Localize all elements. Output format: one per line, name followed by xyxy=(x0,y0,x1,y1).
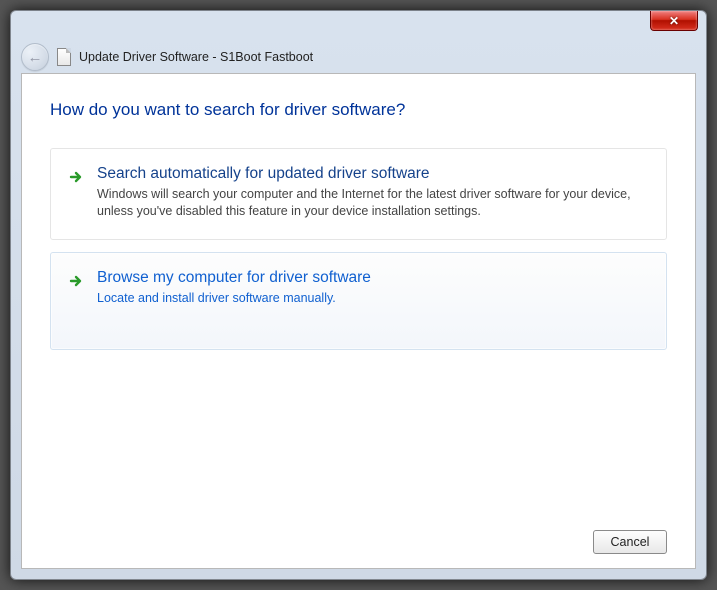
close-button[interactable]: ✕ xyxy=(650,11,698,31)
option-description: Locate and install driver software manua… xyxy=(97,290,648,307)
option-search-automatically[interactable]: Search automatically for updated driver … xyxy=(50,148,667,240)
content-area: How do you want to search for driver sof… xyxy=(21,73,696,569)
cancel-button[interactable]: Cancel xyxy=(593,530,667,554)
option-body: Search automatically for updated driver … xyxy=(97,165,648,221)
arrow-right-icon xyxy=(69,169,85,185)
option-description: Windows will search your computer and th… xyxy=(97,186,648,221)
option-title: Search automatically for updated driver … xyxy=(97,165,648,183)
dialog-window: ✕ ← Update Driver Software - S1Boot Fast… xyxy=(10,10,707,580)
back-button[interactable]: ← xyxy=(21,43,49,71)
document-icon xyxy=(57,48,71,66)
breadcrumb-title: Update Driver Software - S1Boot Fastboot xyxy=(79,50,313,64)
page-title: How do you want to search for driver sof… xyxy=(50,100,667,120)
close-icon: ✕ xyxy=(669,14,679,28)
option-body: Browse my computer for driver software L… xyxy=(97,269,648,331)
arrow-right-icon xyxy=(69,273,85,289)
titlebar: ✕ xyxy=(11,11,706,41)
option-title: Browse my computer for driver software xyxy=(97,269,648,287)
breadcrumb: ← Update Driver Software - S1Boot Fastbo… xyxy=(11,41,706,73)
footer: Cancel xyxy=(50,520,667,554)
option-browse-computer[interactable]: Browse my computer for driver software L… xyxy=(50,252,667,350)
back-arrow-icon: ← xyxy=(28,49,43,66)
